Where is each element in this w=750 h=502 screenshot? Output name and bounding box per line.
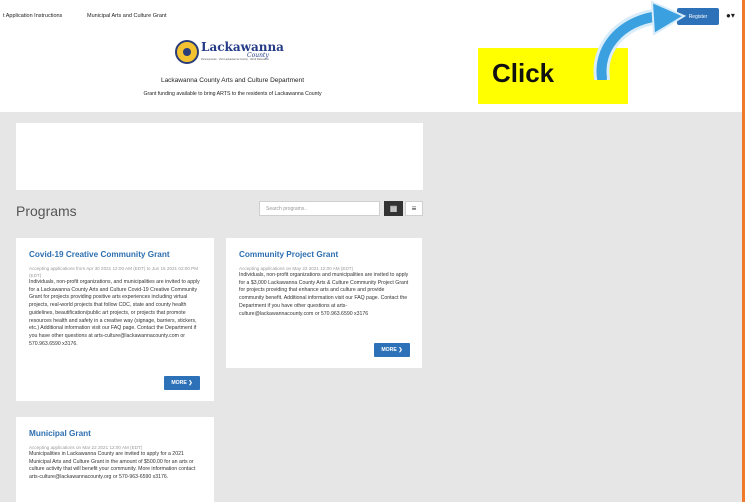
chevron-down-icon: ▾ bbox=[730, 11, 735, 20]
nav-link-application-instructions[interactable]: t Application Instructions bbox=[3, 13, 62, 19]
more-button[interactable]: MORE ❯ bbox=[164, 376, 200, 390]
logo-tagline: Pennsylvania · Visit Lackawanna County ·… bbox=[201, 58, 270, 61]
program-title[interactable]: Covid-19 Creative Community Grant bbox=[29, 250, 202, 259]
help-menu[interactable]: ●▾ bbox=[726, 11, 735, 20]
program-card-covid19: Covid-19 Creative Community Grant Accept… bbox=[16, 238, 214, 401]
pointer-arrow-icon bbox=[593, 0, 687, 80]
program-card-municipal: Municipal Grant Accepting applications o… bbox=[16, 417, 214, 502]
nav-link-municipal-grant[interactable]: Municipal Arts and Culture Grant bbox=[87, 13, 166, 19]
program-dates: Accepting applications from Apr 30 2021 … bbox=[29, 266, 199, 278]
page-edge bbox=[745, 0, 750, 502]
department-title: Lackawanna County Arts and Culture Depar… bbox=[160, 77, 305, 84]
list-view-button[interactable]: ≡ bbox=[405, 201, 423, 216]
program-card-community-project: Community Project Grant Accepting applic… bbox=[226, 238, 422, 368]
grid-view-button[interactable]: ▦ bbox=[384, 201, 403, 216]
department-subtitle: Grant funding available to bring ARTS to… bbox=[143, 91, 322, 97]
list-icon: ≡ bbox=[411, 204, 417, 213]
program-description: Municipalities in Lackawanna County are … bbox=[29, 451, 196, 481]
program-dates: Accepting applications on Mar 22 2021 12… bbox=[29, 445, 143, 450]
banner-placeholder bbox=[16, 123, 423, 190]
program-title[interactable]: Municipal Grant bbox=[29, 429, 202, 438]
program-description: Individuals, non-profit organizations an… bbox=[239, 272, 409, 317]
search-programs-input[interactable]: Search programs.. bbox=[259, 201, 380, 216]
program-description: Individuals, non-profit organizations, a… bbox=[29, 279, 200, 347]
program-dates: Accepting applications on May 22 2021 12… bbox=[239, 266, 354, 271]
more-button[interactable]: MORE ❯ bbox=[374, 343, 410, 357]
grid-icon: ▦ bbox=[389, 204, 398, 213]
logo-word: Lackawanna bbox=[201, 40, 284, 54]
click-annotation-text: Click bbox=[492, 58, 555, 88]
county-seal-icon bbox=[175, 40, 199, 64]
programs-heading: Programs bbox=[16, 203, 77, 219]
county-logo: Lackawanna County Pennsylvania · Visit L… bbox=[175, 38, 284, 68]
program-title[interactable]: Community Project Grant bbox=[239, 250, 410, 259]
